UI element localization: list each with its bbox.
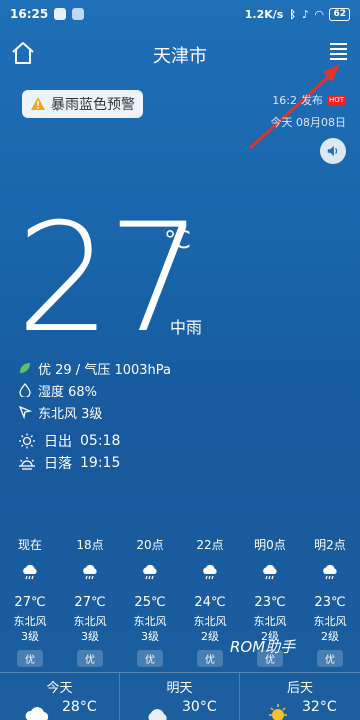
- wifi-icon: ◠: [315, 7, 324, 21]
- hour-aqi: 优: [77, 650, 103, 667]
- sun-cloud-icon: [269, 704, 287, 720]
- rain-cloud-icon: [263, 564, 277, 580]
- speaker-icon: [327, 145, 338, 157]
- hour-wind: 东北风: [133, 615, 167, 628]
- bluetooth-icon: ᛒ: [289, 7, 296, 21]
- warning-icon: [31, 97, 45, 110]
- cloud-icon: [148, 709, 167, 720]
- rain-cloud-icon: [143, 564, 157, 580]
- sunset-icon: [19, 457, 35, 470]
- hour-temp: 27℃: [14, 595, 46, 610]
- hour-wind: 东北风: [193, 615, 227, 628]
- status-right: 1.2K/s ᛒ ♪ ◠ 62: [244, 7, 350, 21]
- daily-item-day-after[interactable]: 后天 32°C: [240, 673, 360, 720]
- humidity-row: 湿度 68%: [18, 380, 171, 400]
- notification-app-icon-2: [72, 8, 85, 20]
- hour-time: 22点: [196, 538, 224, 552]
- speaker-button[interactable]: [320, 138, 346, 164]
- droplet-icon: [19, 383, 31, 397]
- watermark: ROM助手: [230, 638, 296, 656]
- weather-alert-badge[interactable]: 暴雨蓝色预警: [22, 90, 143, 118]
- wind-row: 东北风 3级: [18, 402, 171, 422]
- hour-wind-level: 2级: [201, 630, 219, 643]
- city-title[interactable]: 天津市: [0, 42, 360, 68]
- status-time: 16:25: [10, 7, 49, 21]
- hour-temp: 24℃: [194, 595, 226, 610]
- sun-times: 日出 05:18 日落 19:15: [18, 430, 120, 474]
- rain-cloud-icon: [23, 564, 37, 580]
- hourly-item[interactable]: 20点 25℃ 东北风 3级 优: [120, 536, 180, 667]
- humidity-text: 湿度 68%: [38, 384, 98, 400]
- sunrise-icon: [19, 433, 35, 449]
- day-temp: 30°C: [182, 699, 217, 715]
- publish-time: 16:2: [272, 93, 297, 107]
- hour-temp: 27℃: [74, 595, 106, 610]
- hour-temp: 23℃: [314, 595, 346, 610]
- hour-wind: 东北风: [73, 615, 107, 628]
- leaf-icon: [20, 363, 30, 373]
- hour-wind-level: 3级: [21, 630, 39, 643]
- hourly-forecast[interactable]: 现在 27℃ 东北风 3级 优 18点 27℃ 东北风 3级 优 20点 25℃…: [0, 536, 360, 667]
- daily-item-tomorrow[interactable]: 明天 30°C: [120, 673, 240, 720]
- daily-item-today[interactable]: 今天 28°C: [0, 673, 120, 720]
- cloud-icon: [25, 707, 49, 720]
- sunrise-row: 日出 05:18: [18, 430, 120, 452]
- hour-temp: 23℃: [254, 595, 286, 610]
- hour-time: 现在: [17, 538, 42, 552]
- day-temp: 32°C: [302, 699, 337, 715]
- publish-date: 今天 08月08日: [270, 116, 347, 129]
- status-bar: 16:25 1.2K/s ᛒ ♪ ◠ 62: [0, 0, 360, 28]
- sunset-row: 日落 19:15: [18, 452, 120, 474]
- notification-app-icon: [54, 8, 67, 20]
- battery-indicator: 62: [329, 7, 350, 21]
- hour-wind-level: 3级: [81, 630, 99, 643]
- hourly-item[interactable]: 18点 27℃ 东北风 3级 优: [60, 536, 120, 667]
- hour-time: 明0点: [254, 538, 286, 552]
- publish-info: 16:2 发布 HOT 今天 08月08日: [270, 92, 347, 130]
- hour-wind: 东北风: [313, 615, 347, 628]
- rain-cloud-icon: [83, 564, 97, 580]
- rain-cloud-icon: [323, 564, 337, 580]
- hour-aqi: 优: [197, 650, 223, 667]
- hot-badge: HOT: [326, 95, 346, 105]
- sunset-label: 日落: [44, 456, 72, 472]
- sunrise-time: 05:18: [80, 433, 121, 449]
- hourly-item[interactable]: 明2点 23℃ 东北风 2级 优: [300, 536, 360, 667]
- wind-text: 东北风 3级: [38, 406, 103, 422]
- alert-label: 暴雨蓝色预警: [51, 97, 135, 113]
- hour-time: 18点: [76, 538, 104, 552]
- sunset-time: 19:15: [80, 455, 121, 471]
- rain-cloud-icon: [203, 564, 217, 580]
- hour-aqi: 优: [317, 650, 343, 667]
- hour-wind: 东北风: [13, 615, 47, 628]
- day-temp: 28°C: [62, 699, 97, 715]
- weather-description: 中雨: [170, 318, 203, 337]
- hourly-item[interactable]: 现在 27℃ 东北风 3级 优: [0, 536, 60, 667]
- daily-forecast: 今天 28°C 明天 30°C 后天 32°C: [0, 672, 360, 720]
- menu-icon[interactable]: [328, 40, 350, 62]
- top-bar: 天津市: [0, 34, 360, 74]
- publish-suffix: 发布: [300, 94, 323, 107]
- temperature-unit: ℃: [164, 226, 191, 254]
- hour-wind: 东北风: [253, 615, 287, 628]
- sunrise-label: 日出: [44, 434, 72, 450]
- weather-details: 优 29 / 气压 1003hPa 湿度 68% 东北风 3级: [18, 358, 171, 424]
- wind-direction-icon: [18, 405, 32, 419]
- hour-wind-level: 3级: [141, 630, 159, 643]
- mute-icon: ♪: [301, 7, 309, 21]
- network-speed: 1.2K/s: [244, 7, 284, 21]
- hour-aqi: 优: [137, 650, 163, 667]
- day-name: 今天: [46, 681, 73, 696]
- hour-time: 20点: [136, 538, 164, 552]
- aqi-row[interactable]: 优 29 / 气压 1003hPa: [18, 358, 171, 378]
- hour-wind-level: 2级: [321, 630, 339, 643]
- hour-aqi: 优: [17, 650, 43, 667]
- status-left: 16:25: [10, 7, 85, 21]
- day-name: 后天: [286, 681, 313, 696]
- hour-temp: 25℃: [134, 595, 166, 610]
- day-name: 明天: [166, 681, 193, 696]
- hour-time: 明2点: [314, 538, 346, 552]
- aqi-pressure-text: 优 29 / 气压 1003hPa: [38, 362, 171, 378]
